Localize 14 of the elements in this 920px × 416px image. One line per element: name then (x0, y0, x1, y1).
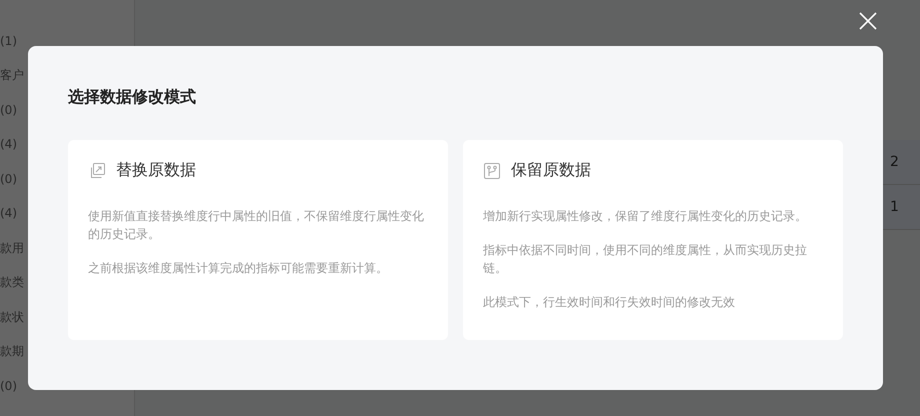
option-title: 保留原数据 (511, 160, 591, 181)
option-description: 使用新值直接替换维度行中属性的旧值，不保留维度行属性变化的历史记录。 (88, 208, 425, 243)
option-description: 此模式下，行生效时间和行失效时间的修改无效 (483, 294, 736, 311)
option-title: 替换原数据 (116, 160, 196, 181)
option-description: 之前根据该维度属性计算完成的指标可能需要重新计算。 (88, 260, 389, 277)
table-cell: 2 (880, 140, 920, 185)
option-description: 增加新行实现属性修改，保留了维度行属性变化的历史记录。 (483, 208, 808, 225)
option-description: 指标中依据不同时间，使用不同的维度属性，从而实现历史拉链。 (483, 242, 808, 277)
branch-icon (483, 162, 501, 180)
option-card[interactable]: 替换原数据 使用新值直接替换维度行中属性的旧值，不保留维度行属性变化的历史记录。 之前根据该维度属性计算完成的指标可能需要重新计算。 (68, 140, 448, 340)
table-cell: 1 (880, 185, 920, 230)
dialog-title: 选择数据修改模式 (68, 86, 197, 108)
option-card[interactable]: 保留原数据 增加新行实现属性修改，保留了维度行属性变化的历史记录。 指标中依据不同时间，使用不同的维度属性，从而实现历史拉链。 此模式下，行生效时间和行失效时间的修改无效 (463, 140, 843, 340)
image-swap-icon (88, 162, 106, 180)
